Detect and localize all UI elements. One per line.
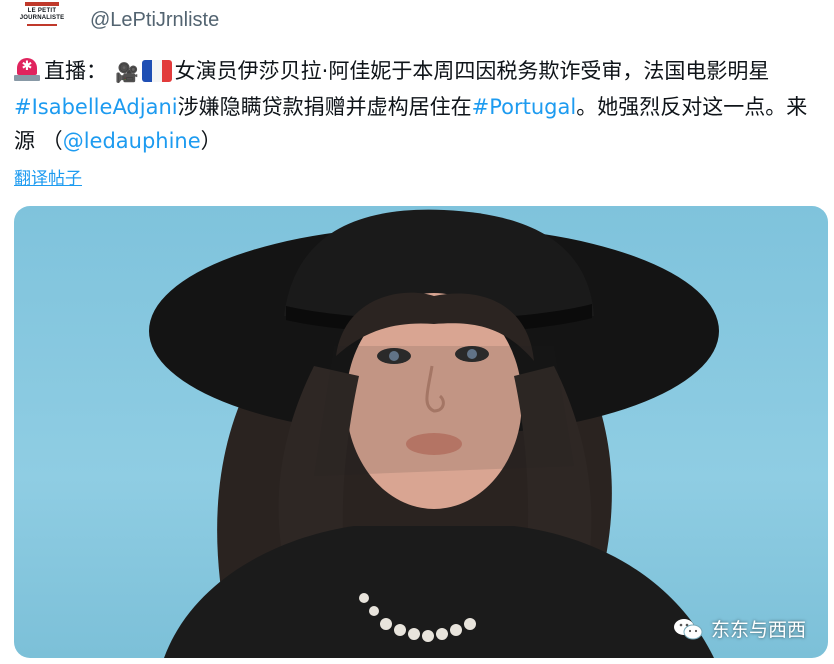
logo-underline — [27, 24, 57, 26]
account-logo[interactable]: LE PETIT JOURNALISTE — [19, 2, 65, 38]
hashtag-portugal[interactable]: #Portugal — [472, 95, 577, 119]
portrait-illustration — [149, 209, 719, 658]
tweet-text: ✱ 直播： 🎥 女演员伊莎贝拉·阿佳妮于本周四因税务欺诈受审，法国电影明星 #Isab… — [14, 54, 824, 158]
french-flag-icon — [141, 60, 172, 82]
movie-camera-icon: 🎥 — [115, 62, 139, 84]
tweet-photo[interactable]: 东东与西西 — [14, 206, 828, 658]
logo-bar — [25, 2, 59, 6]
watermark: 东东与西西 — [673, 615, 806, 642]
tweet-text-part4: ） — [200, 129, 222, 153]
tweet-text-part1: 女演员伊莎贝拉·阿佳妮于本周四因税务欺诈受审，法国电影明星 — [174, 59, 770, 83]
translate-post-link[interactable]: 翻译帖子 — [14, 164, 82, 189]
wechat-icon — [673, 617, 703, 641]
logo-line2: JOURNALISTE — [19, 15, 65, 21]
logo-line1: LE PETIT — [27, 8, 57, 14]
tweet-header: LE PETIT JOURNALISTE @LePtiJrnliste — [14, 2, 219, 38]
tweet-prefix: 直播： — [44, 59, 107, 83]
watermark-text: 东东与西西 — [710, 619, 806, 641]
account-handle[interactable]: @LePtiJrnliste — [90, 9, 219, 32]
mention-ledauphine[interactable]: @ledauphine — [63, 129, 201, 153]
hashtag-isabelleadjani[interactable]: #IsabelleAdjani — [14, 95, 178, 119]
tweet-text-part2: 涉嫌隐瞒贷款捐赠并虚构居住在 — [177, 95, 472, 119]
siren-icon: ✱ — [14, 58, 40, 82]
